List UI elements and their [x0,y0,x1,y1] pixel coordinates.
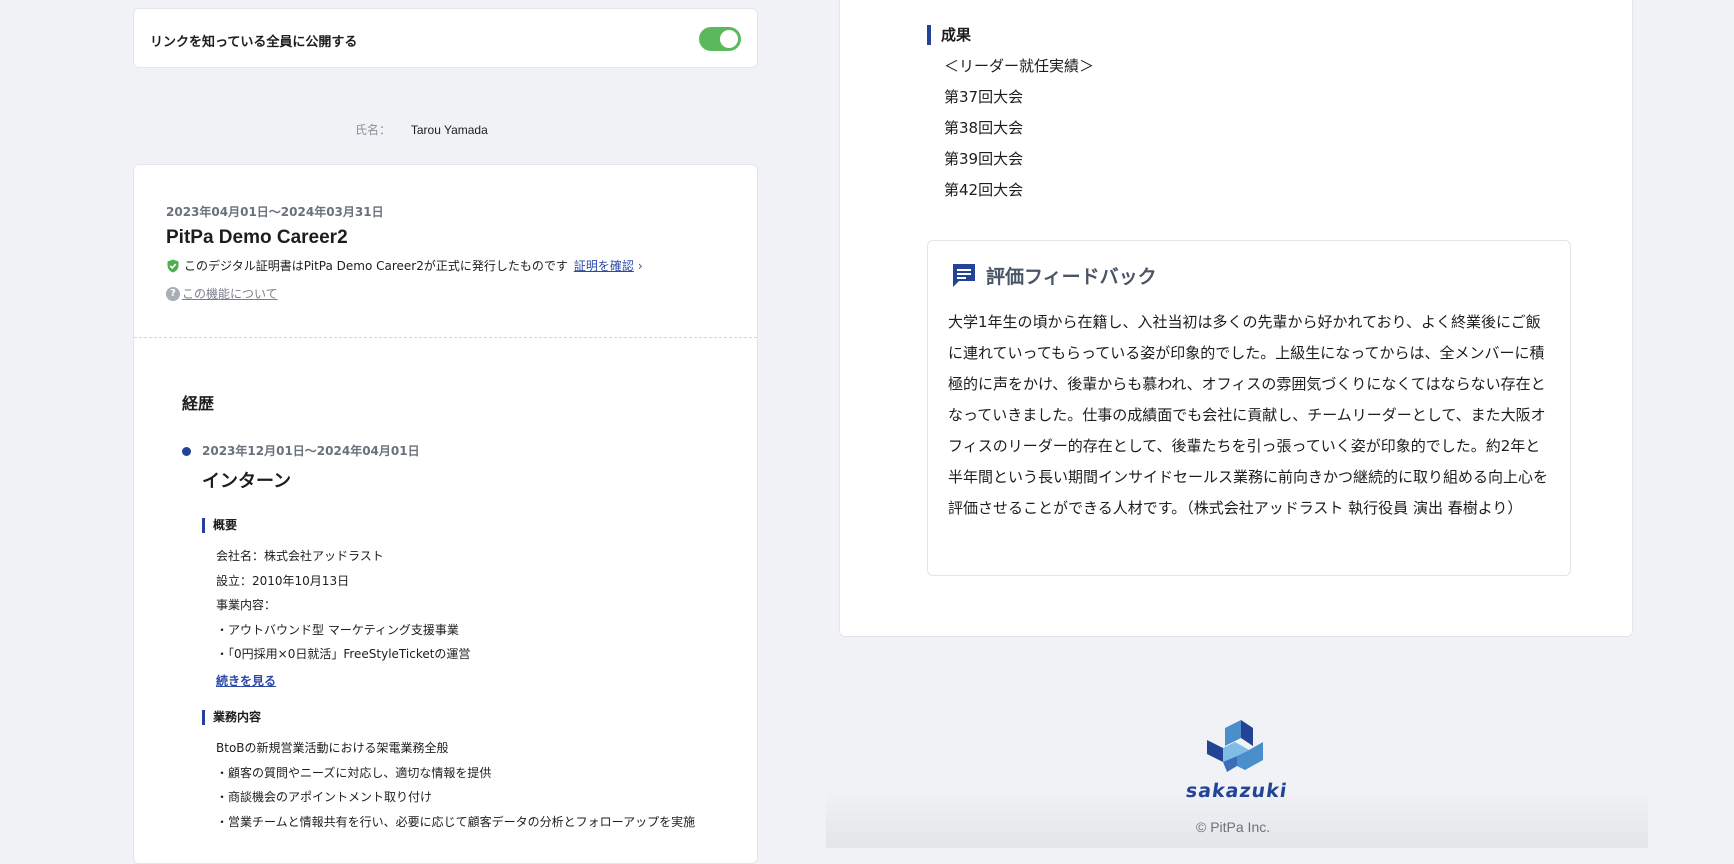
verified-shield-icon [167,259,179,272]
duties-line: ・営業チームと情報共有を行い、必要に応じて顧客データの分析とフォローアップを実施 [216,814,696,829]
copyright: © PitPa Inc. [1196,819,1271,835]
overview-list: 会社名：株式会社アッドラスト 設立：2010年10月13日 事業内容： ・アウト… [216,544,470,667]
sakazuki-logo-text: sakazuki [1184,780,1289,802]
toggle-knob [720,30,738,48]
certificate-note-row: このデジタル証明書はPitPa Demo Career2が正式に発行したものです… [166,257,643,274]
results-line: ＜リーダー就任実績＞ [944,57,1095,75]
overview-line: 設立：2010年10月13日 [216,573,350,588]
comment-icon [953,264,975,287]
history-heading: 経歴 [182,394,215,413]
show-more-link[interactable]: 続きを見る [216,672,276,689]
job-title: インターン [202,471,292,492]
results-line: 第37回大会 [944,88,1024,106]
results-line: 第42回大会 [944,181,1024,199]
help-icon: ? [166,286,180,301]
results-heading: 成果 [927,25,971,45]
results-line: 第39回大会 [944,150,1024,168]
about-feature-link[interactable]: この機能について [182,285,278,302]
share-settings-card: リンクを知っている全員に公開する [133,8,758,68]
results-line: 第38回大会 [944,119,1024,137]
certificate-header: 2023年04月01日〜2024年03月31日 PitPa Demo Caree… [134,165,757,338]
feedback-text: 大学1年生の頃から在籍し、入社当初は多くの先輩から好かれており、よく終業後にご飯… [948,313,1549,517]
feedback-title: 評価フィードバック [986,265,1157,288]
career-certificate-card: 2023年04月01日〜2024年03月31日 PitPa Demo Caree… [133,164,758,864]
sakazuki-logo-icon [1207,720,1263,772]
certificate-title: PitPa Demo Career2 [166,227,348,248]
timeline-dot [182,447,191,456]
results-card: 成果 ＜リーダー就任実績＞ 第37回大会 第38回大会 第39回大会 第42回大… [839,0,1633,637]
name-row: 氏名： Tarou Yamada [355,121,488,138]
certificate-note: このデジタル証明書はPitPa Demo Career2が正式に発行したものです [184,259,568,273]
name-value: Tarou Yamada [410,123,488,137]
share-toggle[interactable] [699,27,741,51]
duties-heading: 業務内容 [202,710,261,725]
overview-heading: 概要 [202,518,237,533]
duties-line: ・顧客の質問やニーズに対応し、適切な情報を提供 [216,765,492,780]
feedback-title-row: 評価フィードバック [950,261,1157,289]
feedback-box: 評価フィードバック 大学1年生の頃から在籍し、入社当初は多くの先輩から好かれてお… [927,240,1571,576]
overview-line: 会社名：株式会社アッドラスト [216,549,384,563]
share-label: リンクを知っている全員に公開する [150,35,358,50]
certificate-period: 2023年04月01日〜2024年03月31日 [166,205,384,219]
overview-line: ・アウトバウンド型 マーケティング支援事業 [216,622,459,637]
duties-line: BtoBの新規営業活動における架電業務全般 [216,741,449,755]
name-label: 氏名： [355,123,392,137]
overview-line: ・「0円採用×0日就活」FreeStyleTicketの運営 [216,647,471,661]
job-period: 2023年12月01日〜2024年04月01日 [202,444,420,458]
duties-line: ・商談機会のアポイントメント取り付け [216,790,433,804]
about-feature-row[interactable]: ? この機能について [166,285,278,302]
chevron-right-icon[interactable]: › [638,259,643,273]
duties-list: BtoBの新規営業活動における架電業務全般 ・顧客の質問やニーズに対応し、適切な… [216,736,695,834]
overview-line: 事業内容： [216,598,277,612]
results-list: ＜リーダー就任実績＞ 第37回大会 第38回大会 第39回大会 第42回大会 [944,51,1094,206]
verify-certificate-link[interactable]: 証明を確認 [574,257,634,274]
